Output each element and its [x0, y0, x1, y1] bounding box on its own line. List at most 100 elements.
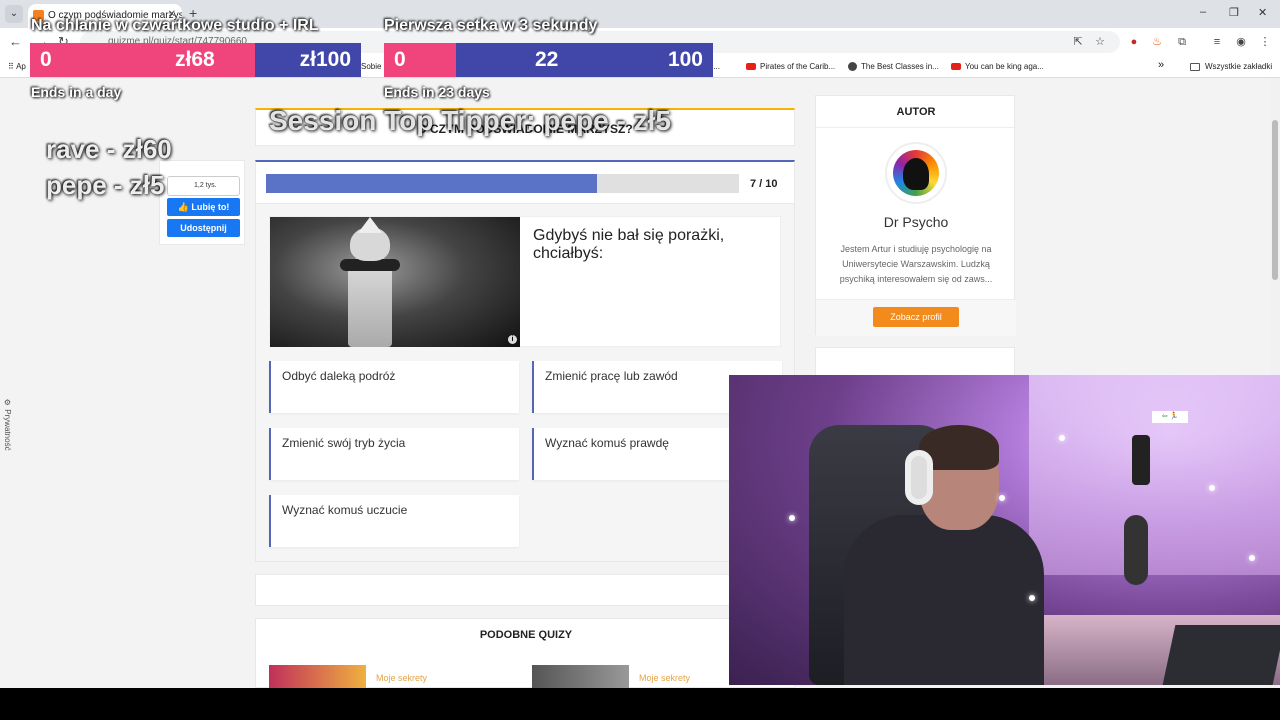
extension-badge-icon[interactable]: ● [1127, 35, 1141, 49]
bookmark-label: Pirates of the Carib... [760, 62, 836, 71]
progress-fill [266, 174, 598, 193]
media-control-icon[interactable]: ≡ [1210, 35, 1224, 49]
menu-kebab-icon[interactable]: ⋮ [1258, 35, 1272, 49]
author-header: AUTOR [816, 96, 1016, 128]
maximize-button[interactable]: ❐ [1229, 6, 1239, 19]
like-count: 1,2 tys. [167, 176, 240, 196]
apps-grid-icon: ⠿ [8, 62, 17, 71]
gear-icon: ⚙ [3, 398, 12, 410]
privacy-link[interactable]: ⚙ Prywatność [0, 398, 12, 458]
similar-quizzes-card: PODOBNE QUIZY Moje sekrety Moje sekrety [255, 618, 795, 688]
question-image: i [270, 217, 520, 347]
light-spot [1249, 555, 1255, 561]
similar-quiz-category[interactable]: Moje sekrety [639, 673, 690, 683]
share-button[interactable]: Udostępnij [167, 219, 240, 237]
site-circle-icon [848, 62, 857, 72]
goal1-start: 0 [40, 48, 52, 71]
light-spot [1209, 485, 1215, 491]
all-bookmarks-label: Wszystkie zakładki [1205, 62, 1273, 71]
clown-hat [358, 217, 382, 233]
apps-bookmark[interactable]: ⠿ Ap [8, 62, 26, 71]
streamer-body [844, 515, 1044, 685]
similar-quiz-thumbnail[interactable] [269, 665, 366, 688]
wall-phone [1132, 435, 1150, 485]
question-card: i Gdybyś nie bał się porażki, chciałbyś: [269, 216, 781, 347]
install-app-icon[interactable]: ⇱ [1071, 35, 1085, 49]
minimize-button[interactable]: – [1200, 6, 1206, 18]
author-bio: Jestem Artur i studiuję psychologię na U… [839, 244, 993, 284]
laptop [1162, 625, 1280, 685]
letterbox-bar [0, 688, 1280, 720]
progress-track [266, 174, 739, 193]
all-bookmarks-button[interactable]: Wszystkie zakładki [1190, 62, 1272, 71]
tab-search-icon[interactable]: ⌄ [5, 5, 23, 23]
extension-flame-icon[interactable]: ♨ [1150, 35, 1164, 49]
bookmark-pirates[interactable]: Pirates of the Carib... [746, 62, 835, 71]
goal1-current: zł68 [175, 48, 215, 71]
similar-quiz-category[interactable]: Moje sekrety [376, 673, 427, 683]
bookmark-star-icon[interactable]: ☆ [1093, 35, 1107, 49]
session-top-tipper: Session Top Tipper: pepe - zł5 [269, 105, 671, 136]
goal2-target: 100 [667, 48, 703, 71]
progress-card: 7 / 10 [255, 160, 795, 204]
youtube-icon [951, 63, 961, 71]
webcam-feed: ⇦ 🏃 [729, 375, 1280, 685]
microphone [1124, 515, 1148, 585]
bookmark-label: You can be king aga... [965, 62, 1044, 71]
question-text: Gdybyś nie bał się porażki, chciałbyś: [533, 227, 725, 262]
goal1-ends: Ends in a day [31, 84, 122, 100]
profile-avatar-icon[interactable]: ◉ [1234, 35, 1248, 49]
ad-placeholder [255, 574, 795, 606]
similar-quiz-thumbnail[interactable] [532, 665, 629, 688]
headphones [905, 450, 933, 505]
goal1-title: Na chlanie w czwartkowe studio + IRL [31, 17, 319, 34]
social-box: 1,2 tys. 👍 Lubię to! Udostępnij [159, 160, 245, 245]
author-name[interactable]: Dr Psycho [816, 214, 1016, 230]
thumbs-up-icon: 👍 [177, 202, 192, 212]
extensions-icon[interactable]: ⧉ [1175, 35, 1189, 49]
author-footer: Zobacz profil [816, 299, 1016, 336]
goal1-bar: 0 zł68 zł100 [30, 43, 361, 77]
answer-option[interactable]: Odbyć daleką podróż [269, 361, 519, 413]
answer-option[interactable]: Wyznać komuś uczucie [269, 495, 519, 547]
goal2-ends: Ends in 23 days [384, 84, 490, 100]
light-spot [1029, 595, 1035, 601]
progress-label: 7 / 10 [750, 178, 778, 190]
scrollbar-thumb[interactable] [1272, 120, 1278, 280]
tip-entry: pepe - zł5 [46, 170, 165, 200]
goal2-current: 22 [535, 48, 559, 71]
bookmarks-more-button[interactable]: » [1158, 59, 1164, 71]
like-button[interactable]: 👍 Lubię to! [167, 198, 240, 216]
light-spot [999, 495, 1005, 501]
screen: ⌄ O czym podświadomie marzysz? ✕ + – ❐ ✕… [0, 0, 1280, 688]
answer-option[interactable]: Zmienić swój tryb życia [269, 428, 519, 480]
similar-quizzes-title: PODOBNE QUIZY [479, 629, 573, 641]
author-avatar[interactable] [885, 142, 947, 204]
youtube-icon [746, 63, 756, 71]
apps-label: Ap [16, 62, 26, 71]
bookmark-king[interactable]: You can be king aga... [951, 62, 1044, 71]
goal2-start: 0 [394, 48, 406, 71]
view-profile-button[interactable]: Zobacz profil [873, 307, 959, 327]
bookmark-best-classes[interactable]: The Best Classes in... [848, 62, 939, 72]
light-spot [789, 515, 795, 521]
author-card: AUTOR Dr Psycho Jestem Artur i studiuję … [815, 95, 1016, 336]
folder-icon [1190, 62, 1200, 71]
head-silhouette-icon [903, 158, 929, 190]
like-label: Lubię to! [191, 202, 230, 212]
goal1-fill [30, 43, 256, 77]
goal2-bar: 0 22 100 [384, 43, 713, 77]
exit-sign: ⇦ 🏃 [1152, 411, 1188, 423]
image-info-icon[interactable]: i [508, 335, 517, 344]
bookmark-label: The Best Classes in... [861, 62, 939, 71]
question-area: i Gdybyś nie bał się porażki, chciałbyś:… [255, 204, 795, 562]
tip-entry: rave - zł60 [46, 134, 172, 164]
light-spot [1059, 435, 1065, 441]
goal1-target: zł100 [299, 48, 351, 71]
privacy-label: Prywatność [3, 409, 12, 451]
bookmark-sobie[interactable]: Sobie [361, 62, 381, 71]
close-window-button[interactable]: ✕ [1258, 6, 1267, 19]
goal2-title: Pierwsza setka w 3 sekundy [384, 17, 598, 34]
webcam-wall [1029, 375, 1280, 575]
back-icon[interactable]: ← [9, 34, 22, 49]
